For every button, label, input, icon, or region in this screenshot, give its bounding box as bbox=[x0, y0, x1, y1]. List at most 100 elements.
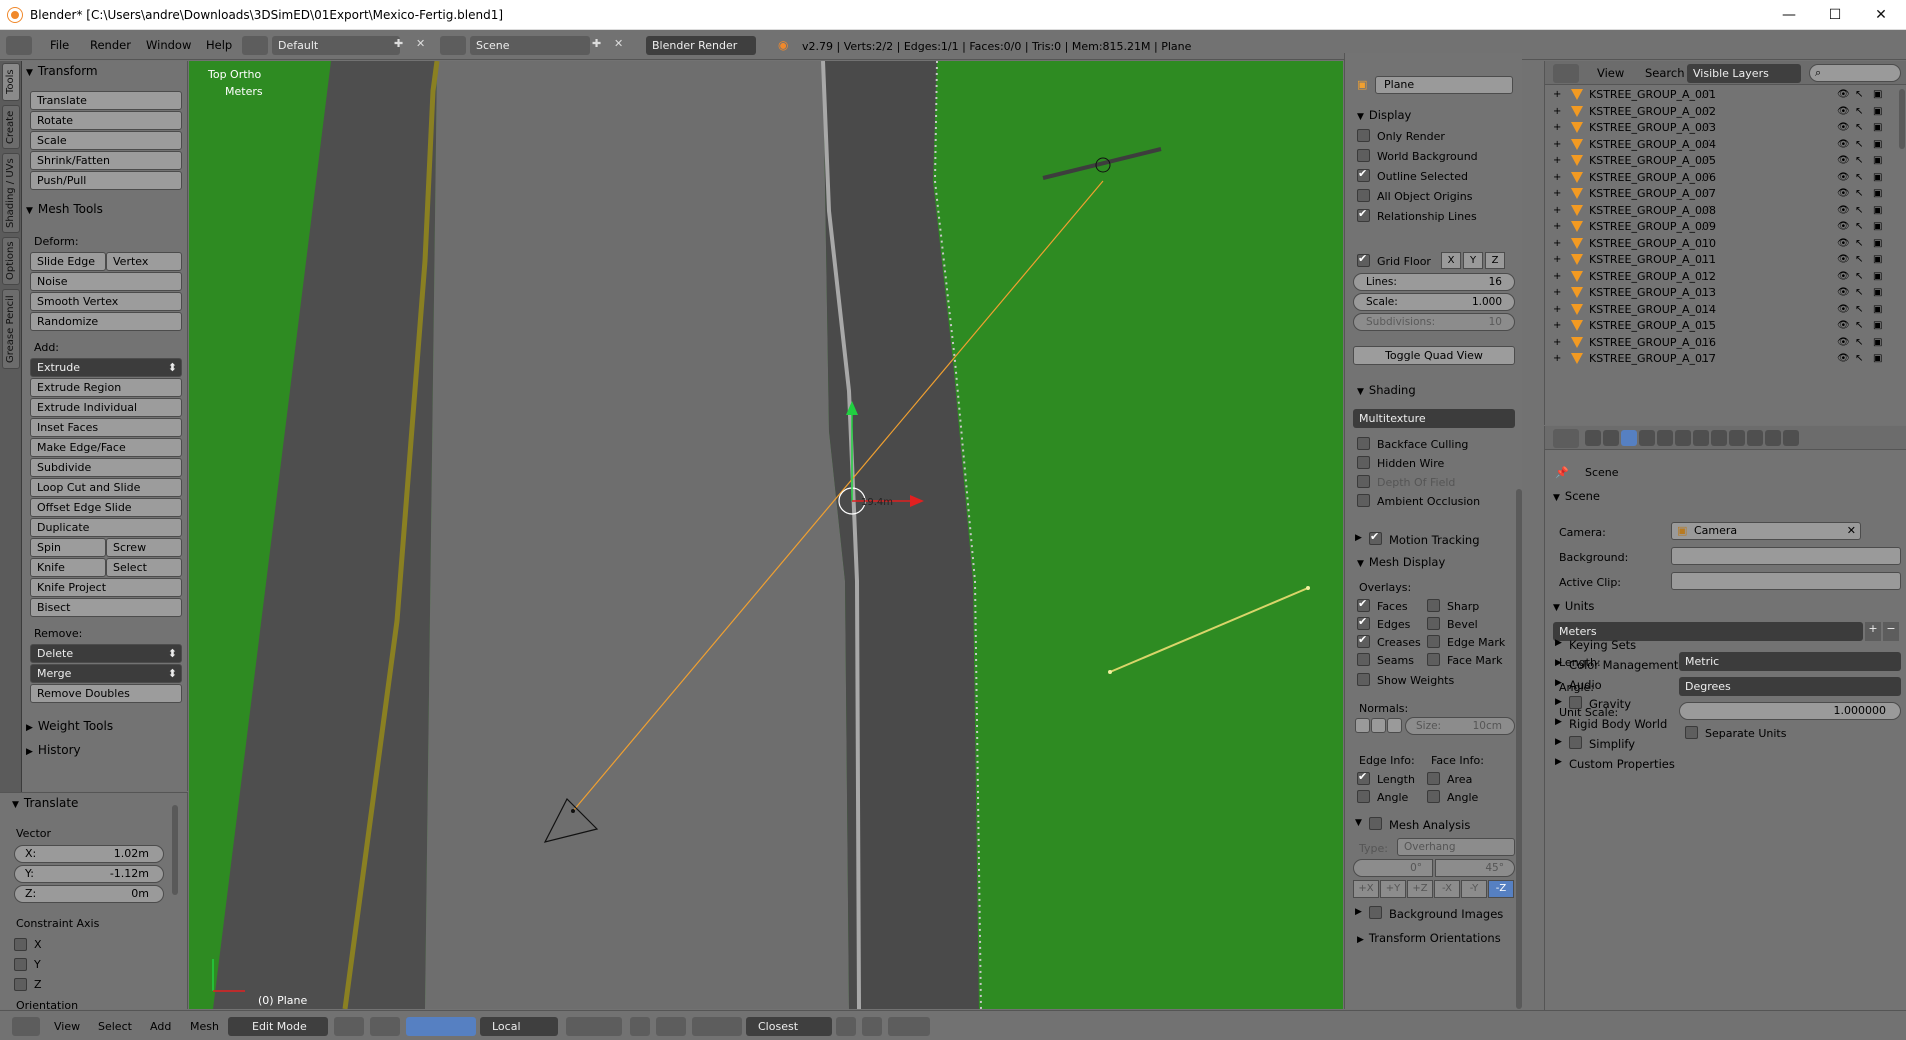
outliner-view-menu[interactable]: View bbox=[1597, 66, 1624, 80]
3d-viewport[interactable]: 19.4m bbox=[189, 61, 1343, 1009]
add-scene-icon[interactable]: ✚ bbox=[592, 37, 601, 50]
mesh-analysis-expand-icon[interactable]: ▼ bbox=[1355, 818, 1362, 828]
shading-mode-dropdown[interactable]: Multitexture bbox=[1353, 409, 1515, 428]
knife-select-button[interactable]: Select bbox=[106, 558, 182, 577]
selectability-cursor-icon[interactable]: ↖ bbox=[1855, 155, 1866, 166]
tab-grease-pencil[interactable]: Grease Pencil bbox=[2, 289, 20, 369]
active-clip-field[interactable] bbox=[1671, 572, 1901, 590]
offset-edge-slide-button[interactable]: Offset Edge Slide bbox=[30, 498, 182, 517]
toggle-quad-view-button[interactable]: Toggle Quad View bbox=[1353, 346, 1515, 365]
collapsed-panel-header[interactable]: Rigid Body World bbox=[1569, 717, 1667, 731]
axis-x-toggle[interactable]: X bbox=[1441, 252, 1461, 269]
analysis-axis-button[interactable]: +Z bbox=[1407, 880, 1433, 898]
face-info-checkbox[interactable] bbox=[1427, 790, 1440, 803]
minimize-button[interactable]: — bbox=[1766, 0, 1812, 30]
selectability-cursor-icon[interactable]: ↖ bbox=[1855, 337, 1866, 348]
render-engine-dropdown[interactable]: Blender Render bbox=[646, 36, 756, 55]
display-panel-header[interactable]: Display bbox=[1357, 108, 1411, 122]
selectability-cursor-icon[interactable]: ↖ bbox=[1855, 287, 1866, 298]
mesh-tools-panel-header[interactable]: Mesh Tools bbox=[26, 199, 103, 219]
visibility-eye-icon[interactable]: 👁 bbox=[1837, 287, 1850, 298]
selectability-cursor-icon[interactable]: ↖ bbox=[1855, 106, 1866, 117]
maximize-button[interactable]: ☐ bbox=[1812, 0, 1858, 30]
proportional-edit-icon[interactable] bbox=[656, 1017, 686, 1036]
shading-option-checkbox[interactable] bbox=[1357, 475, 1370, 488]
collapsed-panel-header[interactable]: Gravity bbox=[1589, 697, 1631, 711]
analysis-axis-button[interactable]: -X bbox=[1434, 880, 1460, 898]
length-dropdown[interactable]: Metric bbox=[1679, 652, 1901, 671]
background-field[interactable] bbox=[1671, 547, 1901, 565]
snap-options-icon[interactable] bbox=[836, 1017, 856, 1036]
screw-button[interactable]: Screw bbox=[106, 538, 182, 557]
expand-plus-icon[interactable]: + bbox=[1553, 349, 1561, 369]
editor-type-info-icon[interactable] bbox=[6, 36, 32, 55]
selectability-cursor-icon[interactable]: ↖ bbox=[1855, 304, 1866, 315]
translate-operator-header[interactable]: Translate bbox=[12, 793, 79, 813]
outliner-editor-icon[interactable] bbox=[1553, 64, 1579, 83]
collapsed-panel-header[interactable]: Keying Sets bbox=[1569, 638, 1636, 652]
background-images-header[interactable]: Background Images bbox=[1389, 907, 1503, 921]
viewport-shading-icon[interactable] bbox=[334, 1017, 364, 1036]
mesh-display-panel-header[interactable]: Mesh Display bbox=[1357, 555, 1445, 569]
material-tab-icon[interactable] bbox=[1729, 430, 1745, 446]
constraints-tab-icon[interactable] bbox=[1675, 430, 1691, 446]
menu-mesh[interactable]: Mesh bbox=[190, 1020, 219, 1033]
display-option-checkbox[interactable] bbox=[1357, 167, 1370, 182]
manipulator-icons[interactable] bbox=[406, 1017, 476, 1036]
properties-editor-icon[interactable] bbox=[1553, 429, 1579, 448]
analysis-type-dropdown[interactable]: Overhang bbox=[1397, 838, 1515, 856]
add-layout-icon[interactable]: ✚ bbox=[394, 37, 403, 50]
extrude-individual-button[interactable]: Extrude Individual bbox=[30, 398, 182, 417]
shrink-fatten-button[interactable]: Shrink/Fatten bbox=[30, 151, 182, 170]
face-normals-icon[interactable] bbox=[1387, 718, 1402, 733]
snap-element-icon[interactable] bbox=[692, 1017, 742, 1036]
bisect-button[interactable]: Bisect bbox=[30, 598, 182, 617]
render-camera-icon[interactable]: ▣ bbox=[1873, 89, 1884, 100]
outliner-row[interactable]: + KSTREE_GROUP_A_017 ⋰ 👁 ↖ ▣ bbox=[1545, 349, 1906, 369]
separate-units-checkbox[interactable] bbox=[1685, 726, 1698, 739]
collapsed-panel-expand-icon[interactable]: ▶ bbox=[1555, 658, 1562, 668]
vertex-slide-button[interactable]: Vertex bbox=[106, 252, 182, 271]
display-option-checkbox[interactable] bbox=[1357, 207, 1370, 222]
overlay-checkbox[interactable] bbox=[1427, 653, 1440, 666]
face-info-checkbox[interactable] bbox=[1427, 772, 1440, 785]
visibility-eye-icon[interactable]: 👁 bbox=[1837, 205, 1850, 216]
slide-edge-button[interactable]: Slide Edge bbox=[30, 252, 106, 271]
render-camera-icon[interactable]: ▣ bbox=[1873, 337, 1884, 348]
render-camera-icon[interactable]: ▣ bbox=[1873, 304, 1884, 315]
render-tab-icon[interactable] bbox=[1585, 430, 1601, 446]
visibility-eye-icon[interactable]: 👁 bbox=[1837, 238, 1850, 249]
extrude-region-button[interactable]: Extrude Region bbox=[30, 378, 182, 397]
close-button[interactable]: ✕ bbox=[1858, 0, 1904, 30]
mesh-analysis-header[interactable]: Mesh Analysis bbox=[1389, 818, 1470, 832]
shading-panel-header[interactable]: Shading bbox=[1357, 383, 1416, 397]
grid-lines-field[interactable]: Lines: 16 bbox=[1353, 273, 1515, 291]
menu-select[interactable]: Select bbox=[98, 1020, 132, 1033]
extrude-menu[interactable]: Extrude ⬍ bbox=[30, 358, 182, 377]
analysis-axis-button[interactable]: +Y bbox=[1380, 880, 1406, 898]
texture-tab-icon[interactable] bbox=[1747, 430, 1763, 446]
scene-panel-header[interactable]: Scene bbox=[1553, 489, 1600, 503]
collapsed-panel-expand-icon[interactable]: ▶ bbox=[1555, 678, 1562, 688]
grid-subdivisions-field[interactable]: Subdivisions: 10 bbox=[1353, 313, 1515, 331]
history-panel-header[interactable]: History bbox=[26, 740, 81, 760]
selectability-cursor-icon[interactable]: ↖ bbox=[1855, 122, 1866, 133]
display-option-checkbox[interactable] bbox=[1357, 189, 1370, 202]
units-panel-header[interactable]: Units bbox=[1553, 599, 1594, 613]
render-camera-icon[interactable]: ▣ bbox=[1873, 155, 1884, 166]
split-normals-icon[interactable] bbox=[1371, 718, 1386, 733]
transform-orientation-dropdown[interactable]: Local bbox=[480, 1017, 558, 1036]
overlay-checkbox[interactable] bbox=[1427, 635, 1440, 648]
visibility-eye-icon[interactable]: 👁 bbox=[1837, 353, 1850, 364]
add-preset-icon[interactable]: + bbox=[1865, 622, 1881, 641]
selectability-cursor-icon[interactable]: ↖ bbox=[1855, 139, 1866, 150]
collapsed-panel-header[interactable]: Color Management bbox=[1569, 658, 1678, 672]
overlay-checkbox[interactable] bbox=[1357, 653, 1370, 666]
collapsed-panel-expand-icon[interactable]: ▶ bbox=[1555, 638, 1562, 648]
analysis-axis-button[interactable]: +X bbox=[1353, 880, 1379, 898]
object-name-field[interactable]: Plane bbox=[1375, 76, 1513, 94]
selectability-cursor-icon[interactable]: ↖ bbox=[1855, 320, 1866, 331]
display-option-checkbox[interactable] bbox=[1357, 129, 1370, 142]
shading-option-checkbox[interactable] bbox=[1357, 456, 1370, 469]
physics-tab-icon[interactable] bbox=[1783, 430, 1799, 446]
